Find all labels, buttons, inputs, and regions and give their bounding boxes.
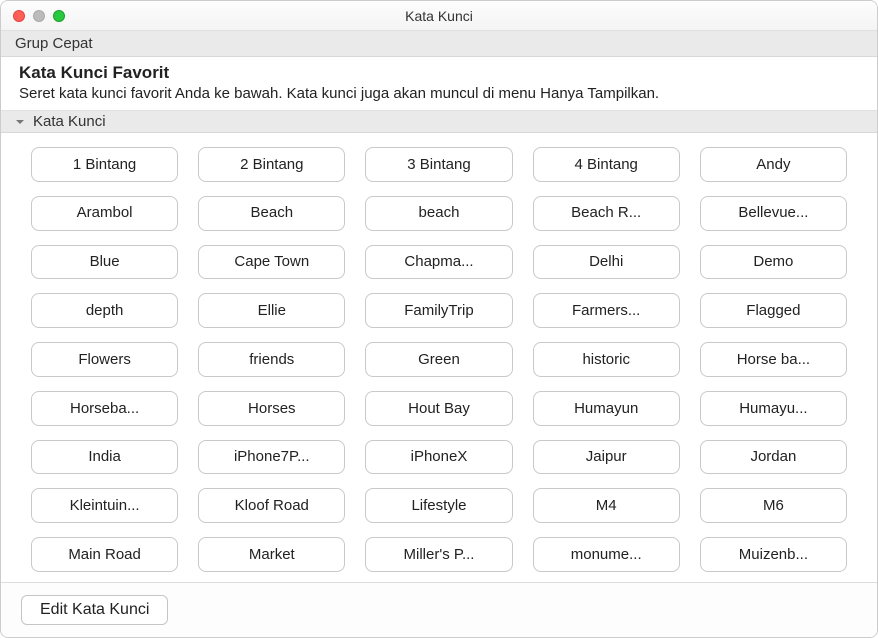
quick-group-header: Grup Cepat	[1, 31, 877, 57]
keyword-button[interactable]: Jaipur	[533, 440, 680, 475]
keyword-button[interactable]: Farmers...	[533, 293, 680, 328]
keyword-button[interactable]: Flowers	[31, 342, 178, 377]
keyword-button[interactable]: Beach R...	[533, 196, 680, 231]
edit-keywords-button[interactable]: Edit Kata Kunci	[21, 595, 168, 625]
titlebar: Kata Kunci	[1, 1, 877, 31]
keyword-button[interactable]: Beach	[198, 196, 345, 231]
keyword-button[interactable]: M6	[700, 488, 847, 523]
keyword-button[interactable]: Jordan	[700, 440, 847, 475]
close-icon[interactable]	[13, 10, 25, 22]
keyword-button[interactable]: Horses	[198, 391, 345, 426]
keyword-button[interactable]: Demo	[700, 245, 847, 280]
keyword-button[interactable]: iPhone7P...	[198, 440, 345, 475]
minimize-icon[interactable]	[33, 10, 45, 22]
favorites-title: Kata Kunci Favorit	[19, 63, 859, 83]
keyword-button[interactable]: Humayu...	[700, 391, 847, 426]
keyword-button[interactable]: India	[31, 440, 178, 475]
keyword-button[interactable]: Cape Town	[198, 245, 345, 280]
footer: Edit Kata Kunci	[1, 582, 877, 637]
keyword-button[interactable]: Arambol	[31, 196, 178, 231]
traffic-lights	[1, 10, 65, 22]
keyword-button[interactable]: Hout Bay	[365, 391, 512, 426]
favorites-description: Seret kata kunci favorit Anda ke bawah. …	[19, 85, 859, 102]
window-title: Kata Kunci	[1, 8, 877, 24]
favorites-section: Kata Kunci Favorit Seret kata kunci favo…	[1, 57, 877, 111]
keyword-button[interactable]: Green	[365, 342, 512, 377]
keyword-button[interactable]: monume...	[533, 537, 680, 572]
keyword-button[interactable]: M4	[533, 488, 680, 523]
keyword-button[interactable]: Flagged	[700, 293, 847, 328]
chevron-down-icon	[13, 115, 27, 129]
keyword-button[interactable]: depth	[31, 293, 178, 328]
keyword-button[interactable]: 3 Bintang	[365, 147, 512, 182]
keyword-button[interactable]: Main Road	[31, 537, 178, 572]
keyword-button[interactable]: Bellevue...	[700, 196, 847, 231]
keywords-window: Kata Kunci Grup Cepat Kata Kunci Favorit…	[0, 0, 878, 638]
keyword-button[interactable]: beach	[365, 196, 512, 231]
keyword-button[interactable]: Lifestyle	[365, 488, 512, 523]
keyword-button[interactable]: Horseba...	[31, 391, 178, 426]
keyword-button[interactable]: Kloof Road	[198, 488, 345, 523]
keyword-button[interactable]: Miller's P...	[365, 537, 512, 572]
keyword-button[interactable]: Delhi	[533, 245, 680, 280]
keyword-button[interactable]: Horse ba...	[700, 342, 847, 377]
keyword-button[interactable]: iPhoneX	[365, 440, 512, 475]
keyword-button[interactable]: 4 Bintang	[533, 147, 680, 182]
keyword-button[interactable]: Blue	[31, 245, 178, 280]
keyword-button[interactable]: Muizenb...	[700, 537, 847, 572]
keyword-button[interactable]: Chapma...	[365, 245, 512, 280]
keyword-button[interactable]: Ellie	[198, 293, 345, 328]
keyword-button[interactable]: FamilyTrip	[365, 293, 512, 328]
keyword-button[interactable]: 2 Bintang	[198, 147, 345, 182]
zoom-icon[interactable]	[53, 10, 65, 22]
keyword-button[interactable]: friends	[198, 342, 345, 377]
keyword-button[interactable]: Humayun	[533, 391, 680, 426]
keywords-section-label: Kata Kunci	[33, 113, 106, 130]
keyword-button[interactable]: Kleintuin...	[31, 488, 178, 523]
keyword-button[interactable]: Market	[198, 537, 345, 572]
keywords-disclosure-row[interactable]: Kata Kunci	[1, 111, 877, 133]
keyword-grid: 1 Bintang 2 Bintang 3 Bintang 4 Bintang Andy…	[1, 133, 877, 582]
keyword-button[interactable]: historic	[533, 342, 680, 377]
keyword-button[interactable]: 1 Bintang	[31, 147, 178, 182]
keyword-button[interactable]: Andy	[700, 147, 847, 182]
